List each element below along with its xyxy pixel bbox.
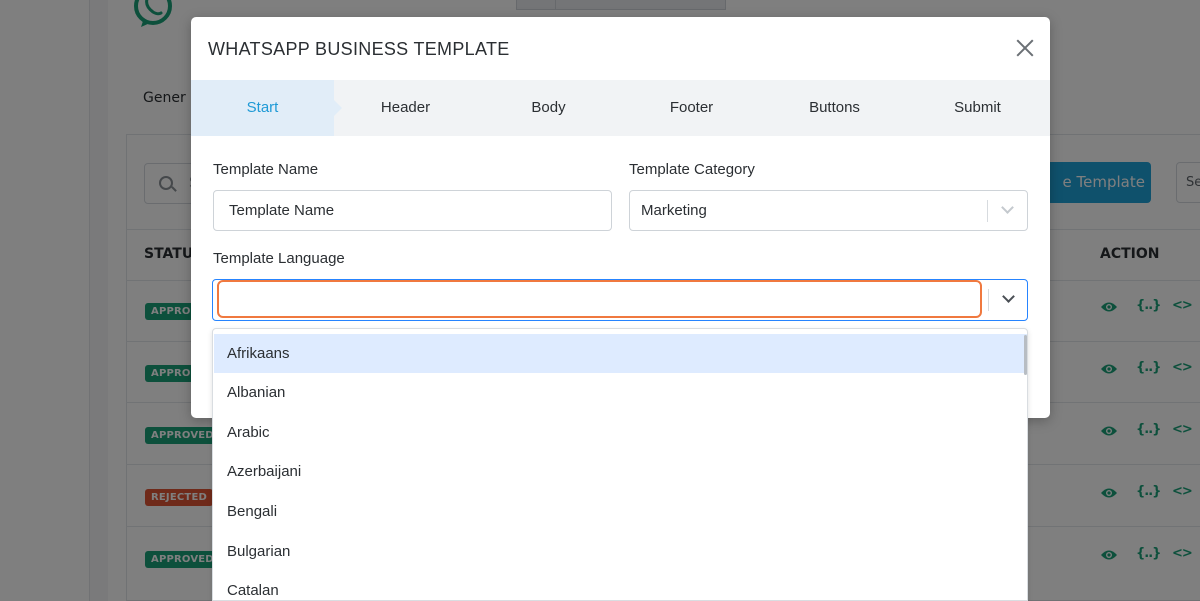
language-option[interactable]: Azerbaijani	[214, 452, 1027, 491]
template-language-select[interactable]	[212, 279, 1028, 321]
template-language-label: Template Language	[213, 250, 345, 267]
chevron-down-icon[interactable]	[1002, 290, 1015, 303]
wizard-steps: Start Header Body Footer Buttons Submit	[191, 80, 1050, 136]
step-header[interactable]: Header	[334, 80, 477, 136]
language-option[interactable]: Arabic	[214, 413, 1027, 452]
language-dropdown-menu: Afrikaans Albanian Arabic Azerbaijani Be…	[212, 328, 1028, 601]
template-category-value: Marketing	[641, 202, 707, 219]
modal-title: WHATSAPP BUSINESS TEMPLATE	[208, 39, 510, 59]
template-language-input[interactable]	[217, 280, 982, 318]
select-separator	[988, 289, 989, 311]
template-category-select[interactable]: Marketing	[629, 190, 1028, 231]
step-start[interactable]: Start	[191, 80, 334, 136]
language-option[interactable]: Bulgarian	[214, 532, 1027, 571]
close-icon[interactable]	[1014, 37, 1036, 59]
chevron-down-icon[interactable]	[1001, 201, 1014, 214]
template-category-label: Template Category	[629, 161, 755, 178]
step-submit[interactable]: Submit	[906, 80, 1049, 136]
language-option[interactable]: Bengali	[214, 492, 1027, 531]
language-option[interactable]: Catalan	[214, 571, 1027, 600]
language-option[interactable]: Afrikaans	[214, 334, 1027, 373]
step-body[interactable]: Body	[477, 80, 620, 136]
template-name-input[interactable]	[213, 190, 612, 231]
template-name-label: Template Name	[213, 161, 319, 178]
step-buttons[interactable]: Buttons	[763, 80, 906, 136]
menu-scrollbar[interactable]	[1024, 335, 1027, 375]
select-separator	[987, 200, 988, 222]
language-option[interactable]: Albanian	[214, 373, 1027, 412]
step-footer[interactable]: Footer	[620, 80, 763, 136]
